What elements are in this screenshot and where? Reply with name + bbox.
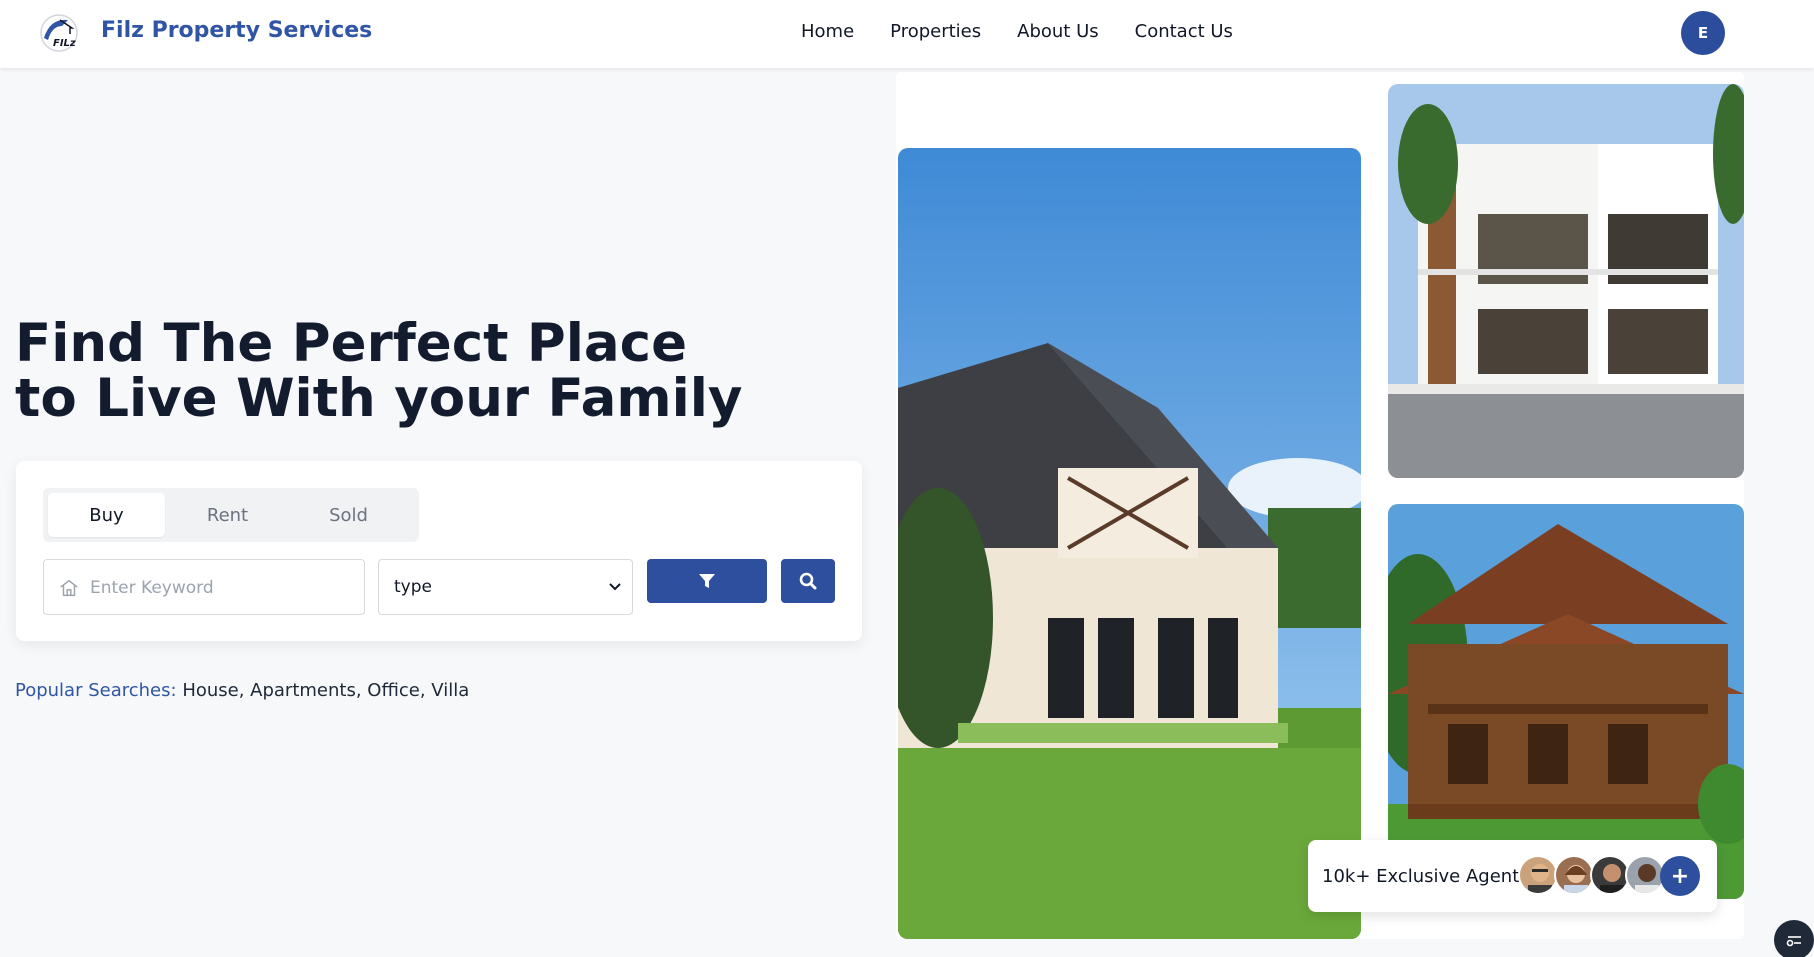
brand-logo-icon[interactable]: FILz [38,12,80,54]
modern-house-image [1388,84,1744,478]
agent-avatar[interactable] [1518,855,1558,895]
agent-avatar[interactable] [1554,855,1594,895]
filter-button[interactable] [647,559,767,603]
tab-rent[interactable]: Rent [169,493,286,537]
search-card: Buy Rent Sold type [16,461,862,641]
hero-heading-line1: Find The Perfect Place [15,313,688,374]
main-nav: Home Properties About Us Contact Us [801,21,1233,42]
popular-searches: Popular Searches: House, Apartments, Off… [15,680,469,701]
property-type-value: type [394,577,432,597]
tudor-house-image [898,148,1361,939]
tab-sold[interactable]: Sold [290,493,407,537]
chevron-down-icon [609,583,621,591]
svg-text:FILz: FILz [53,38,76,49]
settings-toggle-icon[interactable] [1774,920,1814,957]
brand-name[interactable]: Filz Property Services [101,18,372,43]
nav-about-link[interactable]: About Us [1017,21,1099,42]
top-navbar: FILz Filz Property Services Home Propert… [0,0,1814,68]
home-icon [60,579,78,597]
search-button[interactable] [781,559,835,603]
popular-searches-terms[interactable]: House, Apartments, Office, Villa [182,680,469,701]
agent-avatar[interactable] [1625,855,1665,895]
hero-heading-line2: to Live With your Family [15,368,743,429]
hero-heading: Find The Perfect Place to Live With your… [15,316,875,426]
agent-avatar[interactable] [1590,855,1630,895]
nav-home-link[interactable]: Home [801,21,854,42]
view-more-agents-button[interactable]: + [1660,856,1700,896]
agents-count-label: 10k+ Exclusive Agents [1322,866,1529,887]
property-type-select[interactable]: type [378,559,633,615]
tab-buy[interactable]: Buy [48,493,165,537]
keyword-field [43,559,365,615]
nav-contact-link[interactable]: Contact Us [1135,21,1233,42]
agents-card: 10k+ Exclusive Agents + [1308,840,1717,912]
user-avatar-button[interactable]: E [1681,11,1725,55]
popular-searches-label: Popular Searches: [15,680,177,701]
keyword-input[interactable] [90,570,350,606]
search-icon [799,572,817,590]
filter-icon [699,574,715,588]
nav-properties-link[interactable]: Properties [890,21,981,42]
listing-type-tabs: Buy Rent Sold [43,488,419,542]
